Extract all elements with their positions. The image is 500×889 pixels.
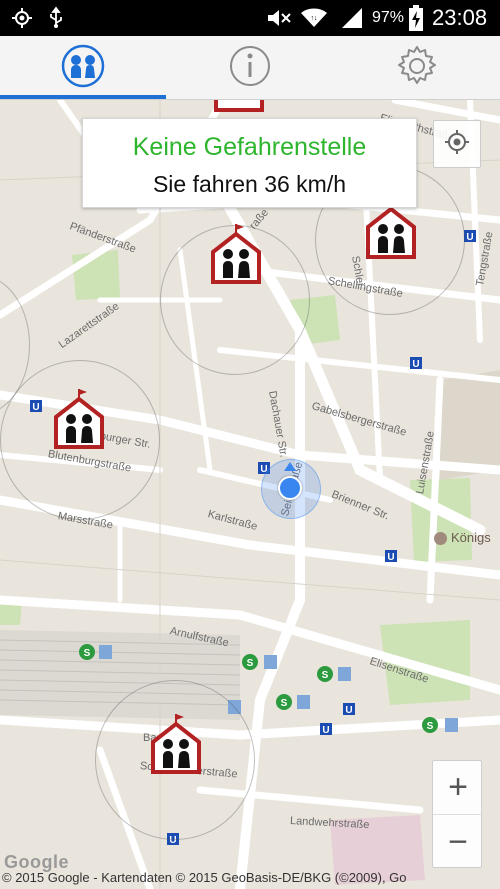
- svg-text:U: U: [345, 705, 352, 716]
- school-zone-marker[interactable]: [149, 712, 209, 782]
- gear-icon: [395, 44, 439, 93]
- crosshair-icon: [444, 129, 470, 160]
- svg-text:S: S: [427, 721, 434, 732]
- tab-bar: [0, 36, 500, 100]
- svg-text:S: S: [247, 658, 254, 669]
- svg-text:S: S: [281, 698, 288, 709]
- svg-text:↑↓: ↑↓: [311, 15, 318, 22]
- hazard-info-panel: Keine Gefahrenstelle Sie fahren 36 km/h: [82, 118, 417, 208]
- my-location-button[interactable]: [433, 120, 481, 168]
- mute-icon: [264, 0, 294, 36]
- svg-text:U: U: [412, 359, 419, 370]
- active-tab-indicator: [0, 95, 166, 99]
- school-children-icon: [151, 714, 201, 774]
- hazard-status-text: Keine Gefahrenstelle: [132, 133, 367, 161]
- tab-settings[interactable]: [334, 36, 500, 100]
- clock: 23:08: [432, 5, 488, 30]
- current-speed-text: Sie fahren 36 km/h: [152, 171, 347, 197]
- school-zone-marker[interactable]: [52, 387, 112, 457]
- wifi-icon: ↑↓: [300, 0, 328, 36]
- current-location-dot: [278, 476, 302, 500]
- school-zone-marker[interactable]: [209, 222, 269, 292]
- zoom-in-button[interactable]: +: [433, 761, 483, 815]
- usb-icon: [46, 0, 66, 36]
- svg-text:S: S: [322, 670, 329, 681]
- svg-text:U: U: [466, 232, 473, 243]
- zoom-controls: + −: [432, 760, 483, 869]
- app-screen: ↑↓ 97% 23:08 Pfänderstraße Schellingstra…: [0, 0, 500, 889]
- zoom-out-button[interactable]: −: [433, 815, 483, 869]
- map-copyright[interactable]: © 2015 Google - Kartendaten © 2015 GeoBa…: [0, 867, 500, 889]
- heading-arrow-icon: [284, 462, 296, 471]
- children-icon: [61, 44, 105, 93]
- battery-charging-icon: [408, 0, 424, 36]
- svg-text:U: U: [387, 552, 394, 563]
- tab-info[interactable]: [167, 36, 333, 100]
- school-children-icon: [211, 224, 261, 284]
- school-children-icon: [214, 100, 264, 112]
- svg-text:S: S: [84, 648, 91, 659]
- signal-icon: [340, 0, 364, 36]
- tab-children[interactable]: [0, 36, 166, 100]
- school-children-icon: [54, 389, 104, 449]
- gps-icon: [10, 0, 34, 36]
- info-icon: [228, 44, 272, 93]
- school-zone-marker[interactable]: [212, 100, 272, 120]
- map-view[interactable]: Elisabethstraße Pfänderstraße Schellings…: [0, 100, 500, 889]
- battery-percent: 97%: [372, 9, 405, 26]
- svg-text:U: U: [322, 725, 329, 736]
- status-bar: ↑↓ 97% 23:08: [0, 0, 500, 36]
